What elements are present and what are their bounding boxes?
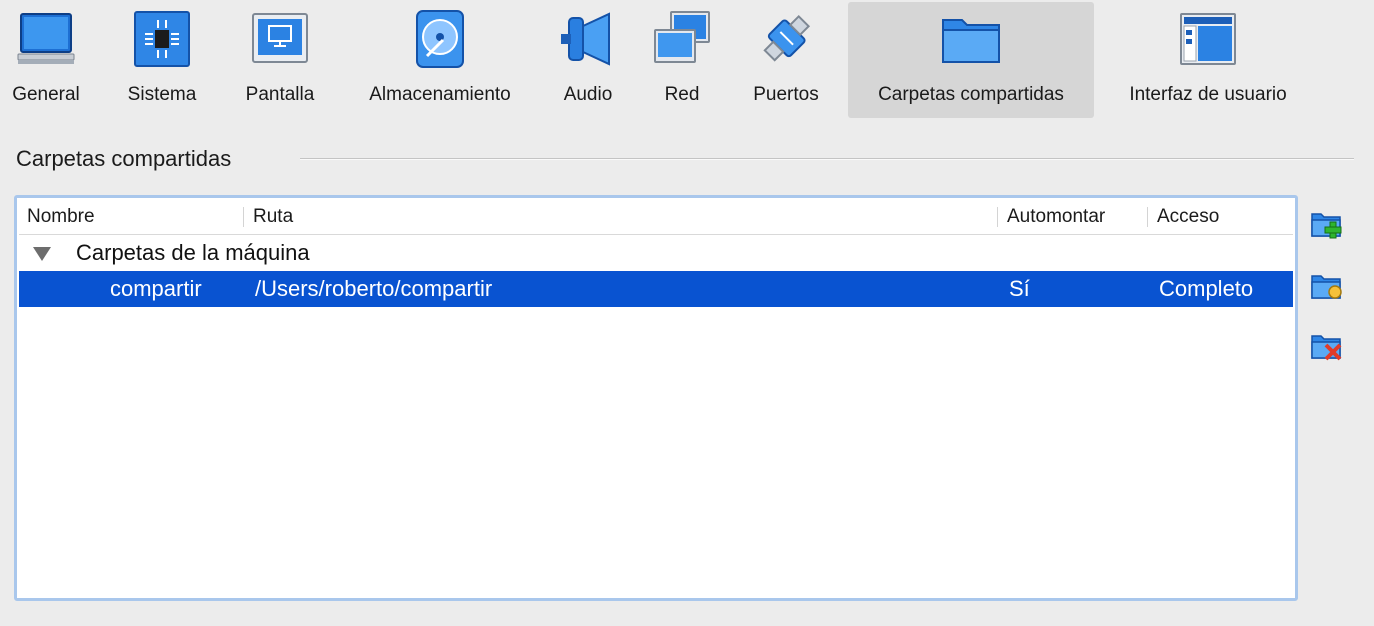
table-header: Nombre Ruta Automontar Acceso bbox=[19, 200, 1293, 235]
settings-toolbar: General Sistema Pantalla Almacenamiento … bbox=[0, 0, 1374, 120]
shared-folders-table[interactable]: Nombre Ruta Automontar Acceso Carpetas d… bbox=[14, 195, 1298, 601]
column-separator bbox=[1147, 207, 1148, 227]
tab-carpetas-compartidas[interactable]: Carpetas compartidas bbox=[848, 2, 1094, 118]
edit-folder-icon bbox=[1311, 275, 1342, 299]
tab-pantalla-label: Pantalla bbox=[245, 84, 315, 105]
add-shared-folder-button[interactable] bbox=[1310, 208, 1344, 240]
column-header-automontar[interactable]: Automontar bbox=[1007, 200, 1105, 234]
tab-almacenamiento[interactable]: Almacenamiento bbox=[352, 2, 528, 118]
system-chip-icon bbox=[134, 11, 190, 67]
disclosure-triangle-icon[interactable] bbox=[33, 247, 51, 261]
ports-plug-icon bbox=[763, 14, 811, 62]
tab-sistema[interactable]: Sistema bbox=[114, 2, 210, 118]
storage-disk-icon bbox=[416, 10, 464, 68]
tab-sistema-label: Sistema bbox=[127, 84, 197, 105]
remove-shared-folder-button[interactable] bbox=[1310, 330, 1344, 362]
user-interface-icon bbox=[1180, 13, 1236, 65]
table-row[interactable]: compartir /Users/roberto/compartir Sí Co… bbox=[19, 271, 1293, 307]
tab-interfaz-de-usuario-label: Interfaz de usuario bbox=[1129, 84, 1287, 105]
tab-red-label: Red bbox=[664, 84, 700, 105]
shared-folder-icon bbox=[942, 19, 1000, 63]
tab-general-label: General bbox=[12, 84, 80, 105]
tab-puertos-label: Puertos bbox=[753, 84, 819, 105]
column-header-nombre[interactable]: Nombre bbox=[27, 200, 95, 234]
column-header-acceso[interactable]: Acceso bbox=[1157, 200, 1219, 234]
section-title: Carpetas compartidas bbox=[16, 146, 232, 171]
section-divider bbox=[300, 158, 1354, 160]
remove-folder-icon bbox=[1311, 335, 1342, 361]
column-separator bbox=[243, 207, 244, 227]
tab-pantalla[interactable]: Pantalla bbox=[234, 2, 326, 118]
group-label: Carpetas de la máquina bbox=[76, 240, 310, 265]
cell-path: /Users/roberto/compartir bbox=[255, 276, 493, 301]
tab-audio[interactable]: Audio bbox=[550, 2, 626, 118]
display-monitor-icon bbox=[252, 13, 308, 63]
tab-red[interactable]: Red bbox=[644, 2, 720, 118]
tab-puertos[interactable]: Puertos bbox=[740, 2, 832, 118]
add-folder-icon bbox=[1311, 213, 1342, 239]
tab-audio-label: Audio bbox=[563, 84, 613, 105]
column-header-ruta[interactable]: Ruta bbox=[253, 200, 293, 234]
tab-interfaz-de-usuario[interactable]: Interfaz de usuario bbox=[1108, 2, 1308, 118]
edit-shared-folder-button[interactable] bbox=[1310, 270, 1344, 302]
general-monitor-icon bbox=[17, 13, 75, 64]
table-body: Nombre Ruta Automontar Acceso Carpetas d… bbox=[19, 200, 1293, 596]
cell-access: Completo bbox=[1159, 276, 1254, 301]
speaker-icon bbox=[561, 12, 610, 66]
column-separator bbox=[997, 207, 998, 227]
tab-general[interactable]: General bbox=[0, 2, 92, 118]
cell-name: compartir bbox=[110, 276, 202, 301]
group-row-machine-folders[interactable]: Carpetas de la máquina bbox=[19, 235, 1293, 271]
tab-carpetas-compartidas-label: Carpetas compartidas bbox=[878, 84, 1064, 105]
network-icon bbox=[654, 11, 710, 63]
cell-automount: Sí bbox=[1009, 276, 1030, 301]
tab-almacenamiento-label: Almacenamiento bbox=[369, 84, 511, 105]
